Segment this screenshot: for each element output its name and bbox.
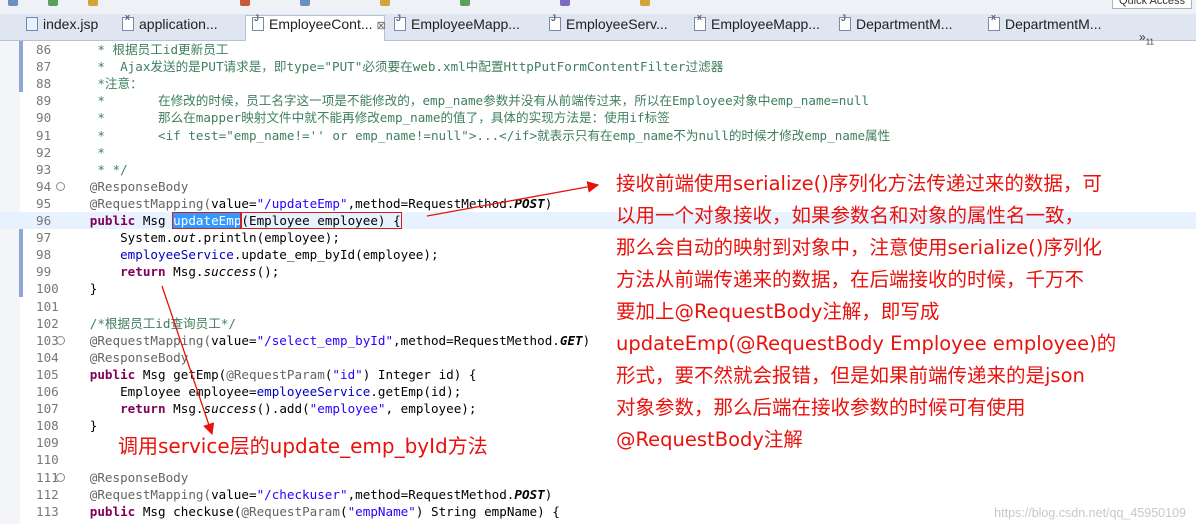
arrow-to-bottom-note bbox=[161, 285, 215, 436]
watermark: https://blog.csdn.net/qq_45950109 bbox=[994, 506, 1186, 520]
annotation-serialize-note: 接收前端使用serialize()序列化方法传递过来的数据，可 以用一个对象接收… bbox=[616, 172, 1117, 451]
arrow-to-right-note bbox=[426, 181, 600, 217]
annotation-service-call-note: 调用service层的update_emp_byId方法 bbox=[118, 434, 488, 458]
